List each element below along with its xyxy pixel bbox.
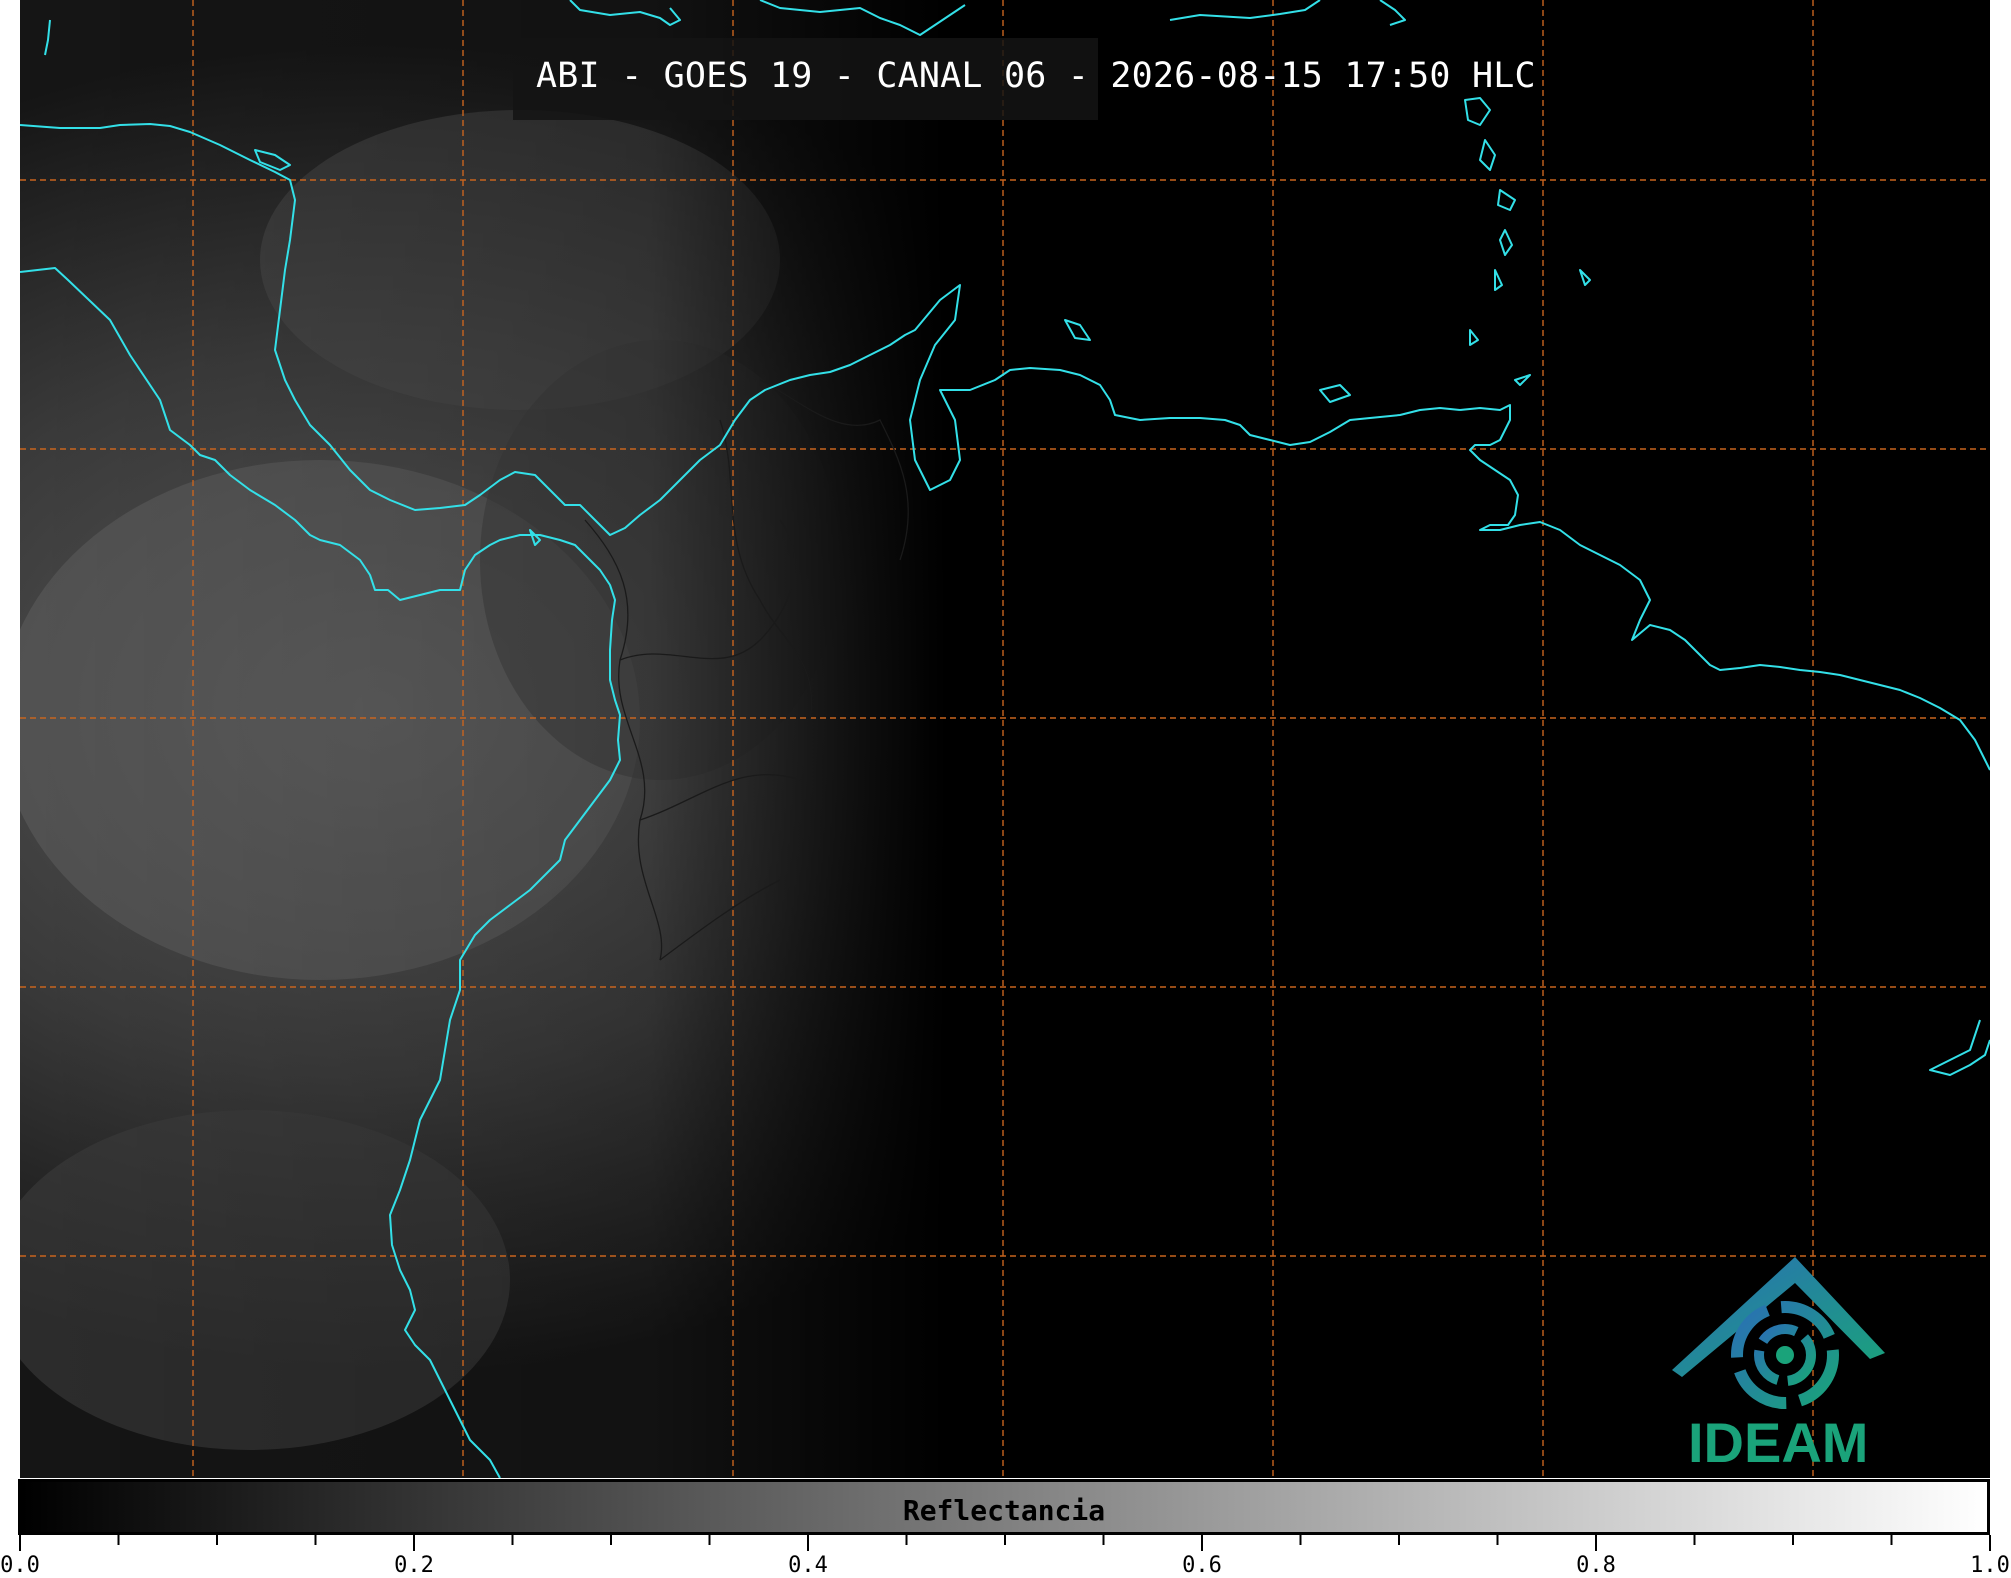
colorbar-ticks (19, 1535, 1991, 1551)
map-title: ABI - GOES 19 - CANAL 06 - 2026-08-15 17… (536, 56, 1536, 96)
colorbar-tick-label: 0.4 (788, 1553, 828, 1578)
colorbar-tick-label: 0.2 (394, 1553, 434, 1578)
colorbar-tick-label: 0.8 (1576, 1553, 1616, 1578)
colorbar-tick-label: 0.6 (1182, 1553, 1222, 1578)
colorbar-tick-label: 0.0 (0, 1553, 40, 1578)
colorbar-tick-label: 1.0 (1970, 1553, 2010, 1578)
ideam-logo-text: IDEAM (1688, 1411, 1869, 1474)
colorbar-label: Reflectancia (902, 1494, 1106, 1527)
reflectance-colorbar: Reflectancia (18, 1479, 1990, 1535)
